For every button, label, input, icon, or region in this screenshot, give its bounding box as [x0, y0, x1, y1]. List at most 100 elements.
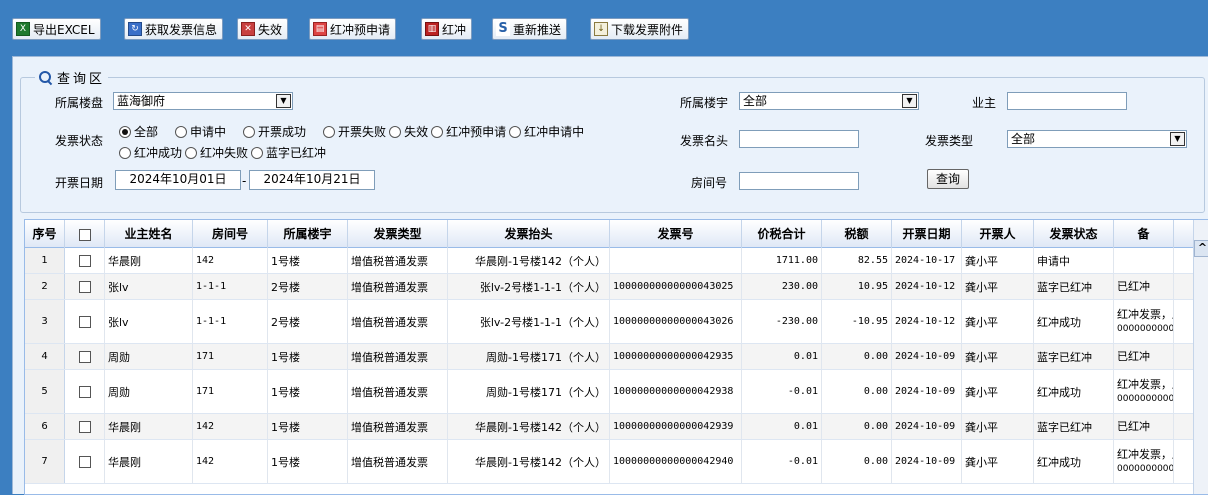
- table-row[interactable]: 4 周勋 171 1号楼 增值税普通发票 周勋-1号楼171（个人） 10000000000…: [25, 344, 1193, 370]
- cell-owner: 周勋: [105, 344, 193, 369]
- select-all-checkbox[interactable]: [78, 228, 91, 241]
- status-radio-failed[interactable]: 开票失败: [323, 123, 386, 140]
- col-select-header[interactable]: [65, 220, 105, 248]
- cell-status: 红冲成功: [1034, 440, 1114, 483]
- cell-room: 142: [193, 440, 268, 483]
- cell-memo: 已红冲: [1114, 414, 1174, 439]
- export-excel-label: 导出EXCEL: [33, 22, 95, 37]
- cell-tower: 1号楼: [268, 248, 348, 273]
- cell-room: 142: [193, 414, 268, 439]
- cell-tax: 0.00: [822, 440, 892, 483]
- status-radio-red-applying[interactable]: 红冲申请中: [509, 123, 584, 140]
- row-checkbox[interactable]: [78, 254, 91, 267]
- row-checkbox[interactable]: [78, 385, 91, 398]
- fetch-invoice-icon: ↻: [128, 22, 142, 36]
- cell-type: 增值税普通发票: [348, 300, 448, 343]
- status-radio-blue-flushed[interactable]: 蓝字已红冲: [251, 144, 326, 161]
- room-input[interactable]: [739, 172, 859, 190]
- repush-button[interactable]: S 重新推送: [492, 18, 568, 40]
- status-radio-red-failed[interactable]: 红冲失败: [185, 144, 248, 161]
- row-checkbox[interactable]: [78, 420, 91, 433]
- cell-owner: 张lv: [105, 274, 193, 299]
- radio-icon: [243, 125, 256, 138]
- cell-type: 增值税普通发票: [348, 344, 448, 369]
- status-radio-applying[interactable]: 申请中: [175, 123, 226, 140]
- void-button[interactable]: ✕ 失效: [237, 18, 289, 40]
- table-row[interactable]: 1 华晨刚 142 1号楼 增值税普通发票 华晨刚-1号楼142（个人） 1711.00 82…: [25, 248, 1193, 274]
- cell-title: 周勋-1号楼171（个人）: [448, 344, 610, 369]
- col-room-header: 房间号: [193, 220, 268, 248]
- excel-icon: X: [16, 22, 30, 36]
- cell-tower: 2号楼: [268, 274, 348, 299]
- status-radio-group-line1: 全部 申请中 开票成功 开票失败 失效 红冲预申请 红冲申请中: [119, 123, 587, 140]
- vertical-scrollbar[interactable]: ^: [1193, 220, 1208, 494]
- cell-status: 红冲成功: [1034, 300, 1114, 343]
- row-checkbox[interactable]: [78, 455, 91, 468]
- fetch-invoice-button[interactable]: ↻ 获取发票信息: [124, 18, 224, 40]
- export-excel-button[interactable]: X 导出EXCEL: [12, 18, 101, 40]
- row-number: 7: [25, 440, 65, 483]
- cell-invoice-no: 10000000000000042940: [610, 440, 742, 483]
- cell-type: 增值税普通发票: [348, 274, 448, 299]
- table-row[interactable]: 5 周勋 171 1号楼 增值税普通发票 周勋-1号楼171（个人） 10000000000…: [25, 370, 1193, 414]
- tower-select[interactable]: 全部 ▼: [739, 92, 919, 110]
- cell-type: 增值税普通发票: [348, 370, 448, 413]
- cell-status: 红冲成功: [1034, 370, 1114, 413]
- col-memo-header: 备: [1114, 220, 1174, 248]
- void-label: 失效: [258, 22, 283, 37]
- cell-memo: 红冲发票，原 000000000000: [1114, 440, 1174, 483]
- red-pre-apply-button[interactable]: ▤ 红冲预申请: [309, 18, 397, 40]
- status-radio-group-line2: 红冲成功 红冲失败 蓝字已红冲: [119, 144, 329, 161]
- status-radio-all[interactable]: 全部: [119, 123, 158, 140]
- cell-invoice-no: 10000000000000043025: [610, 274, 742, 299]
- cell-issuer: 龚小平: [962, 248, 1034, 273]
- table-row[interactable]: 3 张lv 1-1-1 2号楼 增值税普通发票 张lv-2号楼1-1-1（个人） 10000…: [25, 300, 1193, 344]
- cell-issuer: 龚小平: [962, 300, 1034, 343]
- status-radio-void[interactable]: 失效: [389, 123, 428, 140]
- cell-total: -0.01: [742, 440, 822, 483]
- invoice-title-label: 发票名头: [680, 134, 729, 148]
- owner-input[interactable]: [1007, 92, 1127, 110]
- scroll-up-icon[interactable]: ^: [1194, 240, 1208, 257]
- row-checkbox[interactable]: [78, 315, 91, 328]
- cell-room: 171: [193, 370, 268, 413]
- cell-status: 申请中: [1034, 248, 1114, 273]
- cell-title: 华晨刚-1号楼142（个人）: [448, 440, 610, 483]
- row-select-cell: [65, 300, 105, 343]
- status-radio-red-success[interactable]: 红冲成功: [119, 144, 182, 161]
- cell-total: 0.01: [742, 344, 822, 369]
- cell-issuer: 龚小平: [962, 344, 1034, 369]
- invoice-title-input[interactable]: [739, 130, 859, 148]
- date-to-input[interactable]: 2024年10月21日: [249, 170, 375, 190]
- col-status-header: 发票状态: [1034, 220, 1114, 248]
- table-row[interactable]: 7 华晨刚 142 1号楼 增值税普通发票 华晨刚-1号楼142（个人） 100000000…: [25, 440, 1193, 484]
- building-select[interactable]: 蓝海御府 ▼: [113, 92, 293, 110]
- cell-date: 2024-10-09: [892, 414, 962, 439]
- row-checkbox[interactable]: [78, 350, 91, 363]
- cell-total: 1711.00: [742, 248, 822, 273]
- row-number: 2: [25, 274, 65, 299]
- status-radio-issued[interactable]: 开票成功: [243, 123, 306, 140]
- cell-room: 1-1-1: [193, 274, 268, 299]
- tower-label: 所属楼宇: [680, 96, 729, 110]
- red-pre-apply-icon: ▤: [313, 22, 327, 36]
- date-from-input[interactable]: 2024年10月01日: [115, 170, 241, 190]
- cell-tax: 82.55: [822, 248, 892, 273]
- row-checkbox[interactable]: [78, 280, 91, 293]
- invoice-type-select[interactable]: 全部 ▼: [1007, 130, 1187, 148]
- status-radio-red-pre[interactable]: 红冲预申请: [431, 123, 506, 140]
- radio-icon: [185, 146, 198, 159]
- memo-line1: 已红冲: [1117, 350, 1150, 363]
- col-type-header: 发票类型: [348, 220, 448, 248]
- cell-issuer: 龚小平: [962, 370, 1034, 413]
- table-row[interactable]: 2 张lv 1-1-1 2号楼 增值税普通发票 张lv-2号楼1-1-1（个人） 10000…: [25, 274, 1193, 300]
- download-attachment-button[interactable]: ↓ 下载发票附件: [590, 18, 690, 40]
- table-row[interactable]: 6 华晨刚 142 1号楼 增值税普通发票 华晨刚-1号楼142（个人） 100000000…: [25, 414, 1193, 440]
- cell-memo: 红冲发票，原 000000000000: [1114, 370, 1174, 413]
- query-legend-text: 查询区: [57, 72, 106, 87]
- red-pre-apply-label: 红冲预申请: [330, 22, 391, 37]
- cell-owner: 张lv: [105, 300, 193, 343]
- red-flush-button[interactable]: ▥ 红冲: [421, 18, 473, 40]
- cell-tax: 10.95: [822, 274, 892, 299]
- search-button[interactable]: 查询: [927, 169, 970, 189]
